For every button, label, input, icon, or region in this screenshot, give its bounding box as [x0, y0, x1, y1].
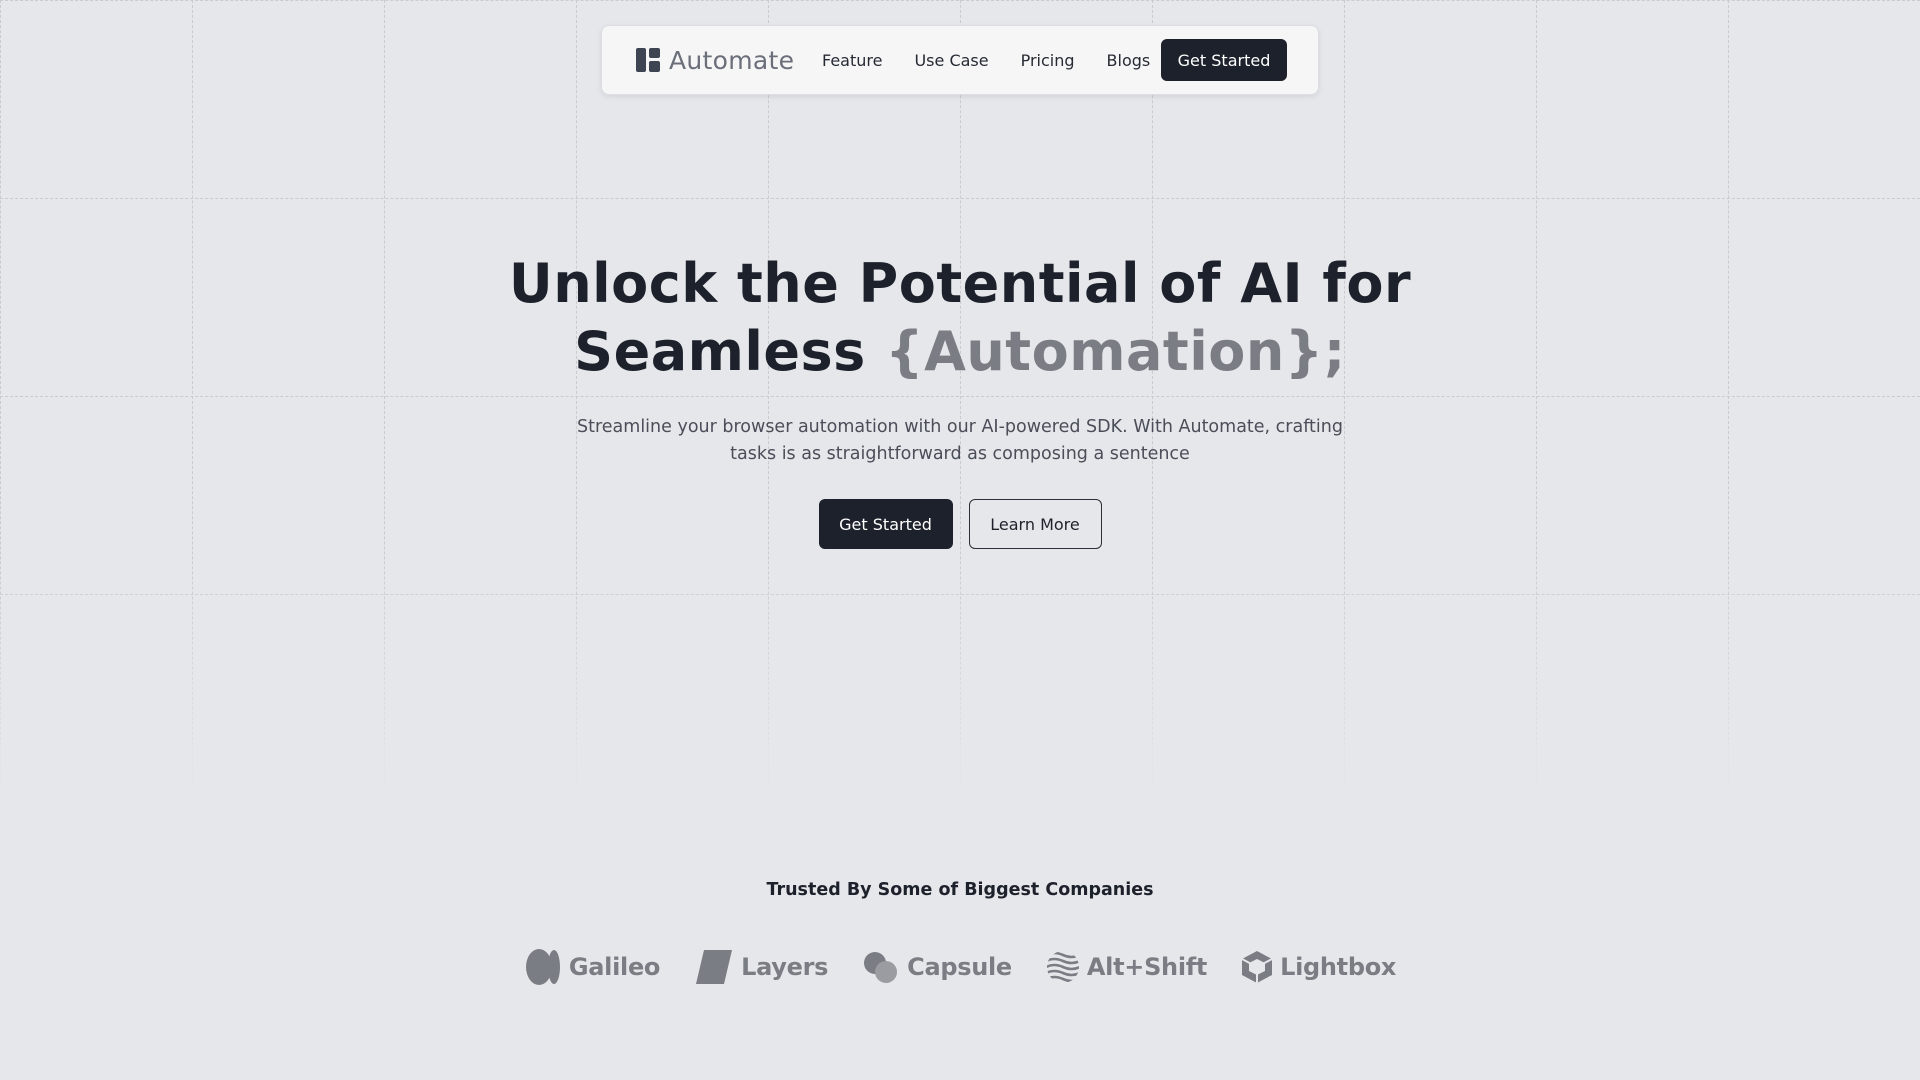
- hero-title-line2: Seamless: [574, 320, 886, 383]
- hero-title-line1: Unlock the Potential of AI for: [508, 252, 1412, 315]
- nav-link-feature[interactable]: Feature: [822, 51, 882, 70]
- layers-logo-icon: [696, 950, 733, 984]
- brand-logo[interactable]: Automate: [636, 26, 794, 94]
- hero-subtitle: Streamline your browser automation with …: [577, 417, 1343, 464]
- company-logo-capsule: Capsule: [862, 948, 1012, 986]
- grid-line: [0, 0, 1920, 1]
- top-navbar: Automate Feature Use Case Pricing Blogs …: [601, 25, 1319, 95]
- hero-actions: Get Started Learn More: [0, 499, 1920, 549]
- lightbox-logo-icon: [1241, 951, 1273, 983]
- company-logos: Galileo Layers Capsule Alt+Shift Lightbo…: [0, 948, 1920, 986]
- hero-title: Unlock the Potential of AI for Seamless …: [0, 250, 1920, 386]
- capsule-logo-icon: [864, 952, 898, 983]
- company-name: Layers: [741, 953, 829, 981]
- grid-line: [0, 198, 1920, 199]
- company-name: Galileo: [568, 953, 661, 981]
- layout-grid-icon: [636, 48, 660, 72]
- nav-get-started-button[interactable]: Get Started: [1161, 39, 1287, 81]
- hero-title-accent: {Automation};: [885, 320, 1346, 383]
- trusted-section: Trusted By Some of Biggest Companies Gal…: [0, 880, 1920, 985]
- company-logo-altshift: Alt+Shift: [1046, 950, 1207, 984]
- company-logo-layers: Layers: [694, 948, 828, 986]
- hero-section: Unlock the Potential of AI for Seamless …: [0, 250, 1920, 549]
- nav-link-use-case[interactable]: Use Case: [914, 51, 988, 70]
- nav-link-blogs[interactable]: Blogs: [1107, 51, 1151, 70]
- trusted-title: Trusted By Some of Biggest Companies: [766, 880, 1154, 900]
- brand-name: Automate: [669, 45, 795, 75]
- altshift-logo-icon: [1046, 951, 1079, 983]
- company-name: Alt+Shift: [1086, 953, 1208, 981]
- company-logo-galileo: Galileo: [524, 948, 660, 986]
- company-logo-lightbox: Lightbox: [1241, 950, 1396, 984]
- grid-line: [0, 594, 1920, 595]
- nav-link-pricing[interactable]: Pricing: [1021, 51, 1075, 70]
- company-name: Capsule: [907, 953, 1012, 981]
- get-started-button[interactable]: Get Started: [818, 499, 953, 549]
- learn-more-button[interactable]: Learn More: [968, 499, 1102, 549]
- nav-links: Feature Use Case Pricing Blogs: [822, 26, 1182, 94]
- galileo-logo-icon: [525, 949, 560, 985]
- company-name: Lightbox: [1280, 953, 1397, 981]
